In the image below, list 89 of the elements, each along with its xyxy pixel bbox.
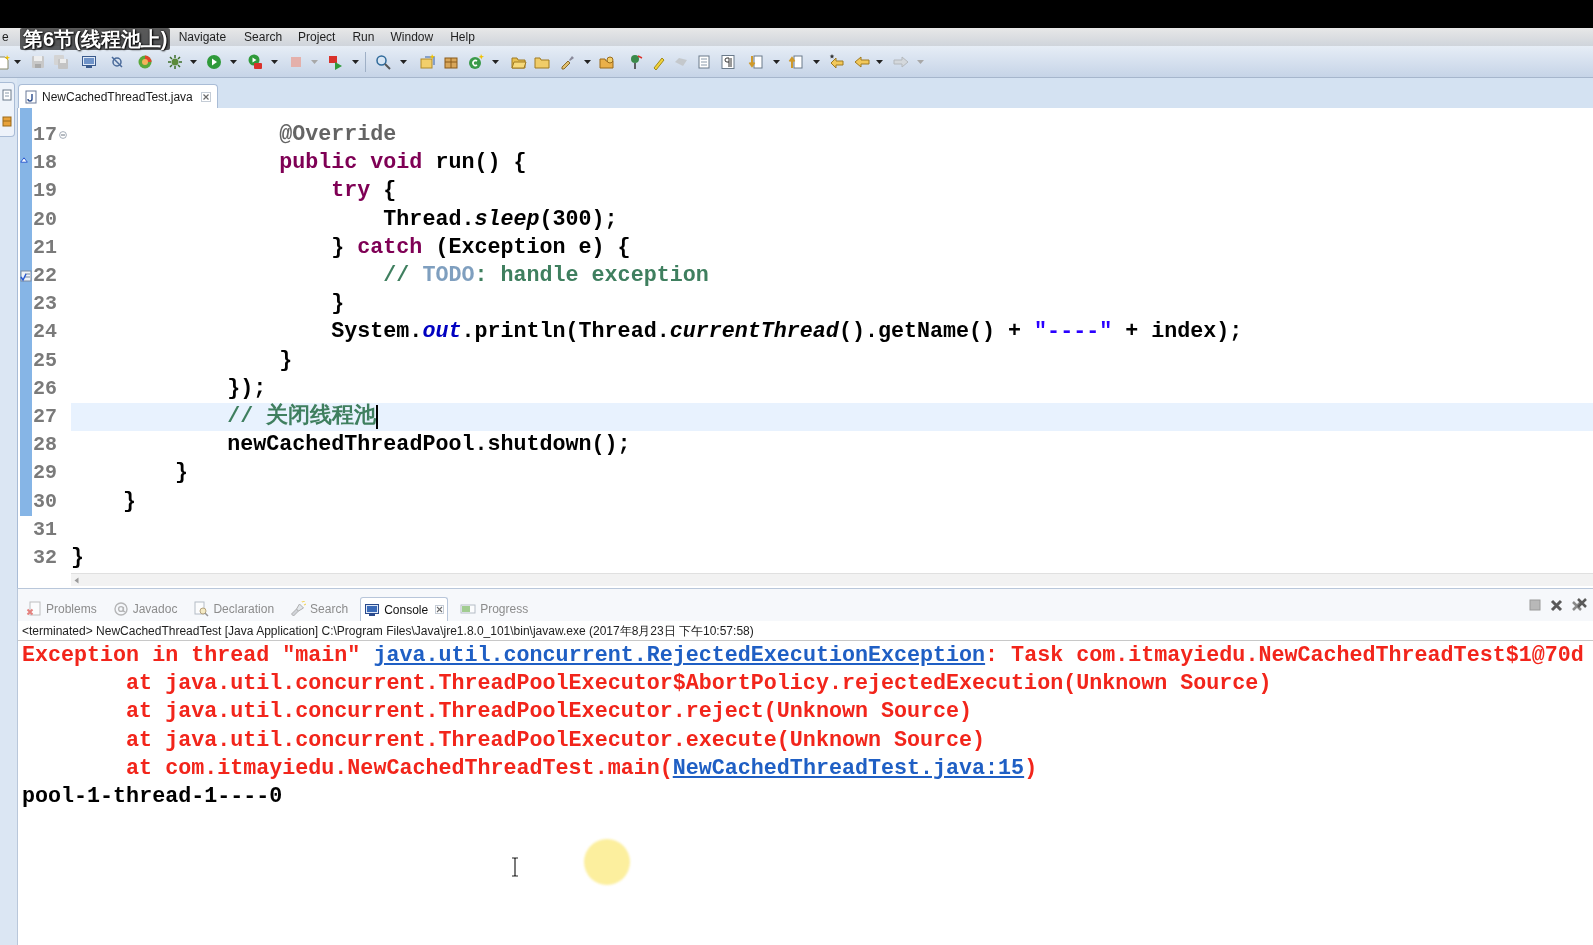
code-line: } bbox=[279, 347, 293, 374]
at-sign-icon bbox=[112, 601, 129, 617]
console-output-line: pool-1-thread-1----0 bbox=[22, 784, 283, 811]
play-toolbox-icon[interactable] bbox=[247, 53, 263, 70]
back-arrow-star-icon[interactable] bbox=[829, 53, 845, 70]
up-arrow-document-icon[interactable] bbox=[788, 53, 804, 70]
menu-item[interactable]: Run bbox=[350, 28, 377, 46]
document-icon[interactable] bbox=[2, 89, 12, 101]
stack-trace-line: at com.itmayiedu.NewCachedThreadTest.main(NewCachedThreadTest.java:15) bbox=[126, 755, 1038, 782]
save-icon[interactable] bbox=[30, 53, 46, 70]
line-number: 18 bbox=[32, 151, 57, 176]
monitor-icon[interactable] bbox=[81, 53, 97, 70]
slashed-circle-icon[interactable] bbox=[109, 53, 125, 70]
line-number: 26 bbox=[32, 376, 57, 401]
code-line: @Override bbox=[279, 122, 397, 149]
line-number: 19 bbox=[32, 179, 57, 204]
code-line: public void run() { bbox=[279, 150, 527, 177]
console-view-tab[interactable]: Console bbox=[360, 597, 449, 621]
close-icon[interactable] bbox=[1550, 598, 1563, 612]
stack-trace-line: at java.util.concurrent.ThreadPoolExecutor$AbortPolicy.rejectedExecution(Unknown Source) bbox=[126, 671, 1272, 698]
exception-message: Exception in thread "main" java.util.concurrent.RejectedExecutionException: Task com.itmayiedu.NewCachedThreadTest$1@70d bbox=[22, 643, 1584, 670]
code-line: try { bbox=[331, 178, 397, 205]
pushpin-icon[interactable] bbox=[628, 53, 644, 70]
code-line: } bbox=[331, 291, 345, 318]
new-project-icon[interactable] bbox=[420, 53, 436, 70]
menu-item[interactable]: Search bbox=[242, 28, 285, 46]
code-line: } catch (Exception e) { bbox=[331, 234, 631, 261]
editor-tab[interactable]: NewCachedThreadTest.java bbox=[18, 84, 218, 108]
flashlight-icon bbox=[290, 601, 307, 617]
code-line: }); bbox=[227, 375, 267, 402]
line-number: 21 bbox=[32, 235, 57, 260]
line-number: 24 bbox=[32, 320, 57, 345]
java-file-icon bbox=[25, 89, 37, 104]
code-line: } bbox=[123, 488, 137, 515]
square-play-icon[interactable] bbox=[328, 53, 344, 70]
mouse-ibeam-pointer-icon bbox=[511, 857, 519, 877]
document-error-icon bbox=[26, 601, 42, 617]
code-line: newCachedThreadPool.shutdown(); bbox=[227, 432, 631, 459]
menu-item[interactable]: e bbox=[0, 28, 11, 46]
line-number: 29 bbox=[32, 461, 57, 486]
horizontal-scrollbar[interactable] bbox=[71, 573, 1593, 586]
document-search-icon bbox=[193, 601, 210, 617]
search-icon[interactable] bbox=[375, 53, 391, 70]
remove-all-icon[interactable] bbox=[1572, 597, 1587, 613]
console-launch-info: <terminated> NewCachedThreadTest [Java Application] C:\Program Files\Java\jre1.8.0_101\bin\javaw.exe (2017年8月23日 下午10:57:58) bbox=[22, 622, 754, 640]
stack-trace-line: at java.util.concurrent.ThreadPoolExecutor.reject(Unknown Source) bbox=[126, 699, 973, 726]
code-line: // 关闭线程池 bbox=[227, 403, 377, 430]
task-marker-icon[interactable] bbox=[20, 269, 32, 282]
document-icon[interactable] bbox=[696, 53, 712, 70]
down-arrow-document-icon[interactable] bbox=[748, 53, 764, 70]
new-class-icon[interactable] bbox=[468, 53, 484, 70]
disc-icon[interactable] bbox=[137, 53, 153, 70]
package-icon[interactable] bbox=[2, 115, 12, 127]
open-folder-icon[interactable] bbox=[599, 53, 615, 70]
line-number: 20 bbox=[32, 207, 57, 232]
text-caret-icon bbox=[376, 404, 379, 429]
menu-item[interactable]: Window bbox=[388, 28, 436, 46]
code-line: // TODO: handle exception bbox=[383, 263, 709, 290]
sun-icon[interactable] bbox=[167, 53, 183, 70]
monitor-icon bbox=[364, 601, 381, 618]
line-number: 28 bbox=[32, 433, 57, 458]
menu-item[interactable]: Project bbox=[296, 28, 338, 46]
brush-icon[interactable] bbox=[559, 53, 575, 70]
pilcrow-icon[interactable] bbox=[720, 53, 736, 70]
code-line: Thread.sleep(300); bbox=[383, 206, 618, 233]
code-line: System.out.println(Thread.currentThread().getName() + "----" + index); bbox=[331, 319, 1243, 346]
video-title-caption: 第6节(线程池上) bbox=[20, 28, 171, 50]
override-triangle-icon[interactable] bbox=[20, 157, 28, 164]
line-number: 30 bbox=[32, 489, 57, 514]
code-line: } bbox=[71, 544, 84, 571]
line-number: 31 bbox=[32, 517, 57, 542]
stack-trace-link[interactable]: NewCachedThreadTest.java:15 bbox=[672, 755, 1025, 781]
line-number: 32 bbox=[32, 545, 57, 570]
line-number: 17 bbox=[32, 123, 57, 148]
collapse-icon[interactable] bbox=[59, 131, 67, 140]
scroll-left-arrow-icon[interactable] bbox=[74, 576, 79, 584]
menu-item[interactable]: Navigate bbox=[176, 28, 229, 46]
back-arrow-icon[interactable] bbox=[854, 53, 870, 70]
line-number: 23 bbox=[32, 292, 57, 317]
line-number: 25 bbox=[32, 348, 57, 373]
play-icon[interactable] bbox=[206, 53, 222, 70]
stack-trace-link[interactable]: java.util.concurrent.RejectedExecutionException bbox=[373, 643, 986, 669]
progress-bar-icon bbox=[460, 601, 477, 617]
line-number: 22 bbox=[32, 264, 57, 289]
stop-square-icon[interactable] bbox=[1529, 599, 1541, 611]
code-line: } bbox=[175, 460, 189, 487]
menu-item[interactable]: Help bbox=[448, 28, 477, 46]
line-number: 27 bbox=[32, 404, 57, 429]
stack-trace-line: at java.util.concurrent.ThreadPoolExecutor.execute(Unknown Source) bbox=[126, 727, 986, 754]
